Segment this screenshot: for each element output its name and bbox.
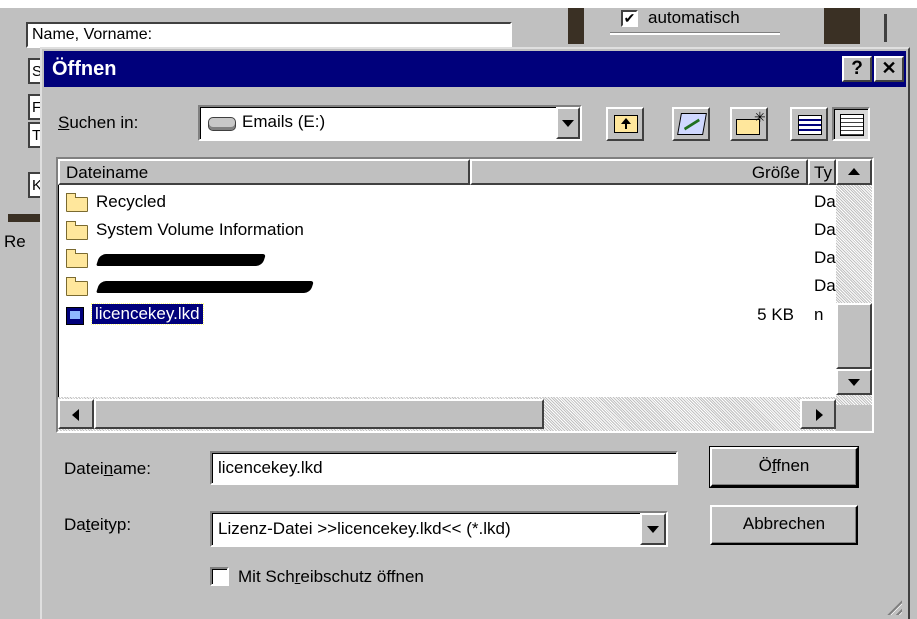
filetype-dropdown-arrow[interactable] — [640, 513, 666, 545]
folder-icon — [66, 277, 88, 296]
selected-file-name: licencekey.lkd — [91, 303, 204, 325]
list-item[interactable]: Recycled Da — [58, 189, 836, 217]
background-divider — [610, 32, 780, 35]
scroll-right-button[interactable] — [800, 399, 836, 429]
resize-grip-icon[interactable] — [884, 597, 902, 615]
list-view-icon — [798, 115, 822, 135]
arrow-up-icon — [848, 168, 860, 175]
file-list[interactable]: Dateiname Größe Ty Recycled Da System Vo… — [56, 157, 874, 433]
vertical-scrollbar[interactable] — [836, 159, 872, 405]
desktop-icon — [677, 113, 707, 135]
readonly-checkbox[interactable] — [210, 567, 229, 586]
open-file-dialog: Öffnen ? ✕ Suchen in: Emails (E:) ✳ Date… — [40, 47, 910, 619]
dialog-title: Öffnen — [52, 58, 117, 80]
list-item[interactable]: Da — [58, 273, 836, 301]
list-view-button[interactable] — [790, 107, 828, 141]
filename-input[interactable]: licencekey.lkd — [210, 451, 678, 485]
scroll-corner — [836, 405, 872, 431]
close-button[interactable]: ✕ — [874, 56, 904, 82]
folder-icon — [66, 221, 88, 240]
close-icon: ✕ — [881, 58, 897, 78]
folder-icon — [66, 193, 88, 212]
scroll-down-button[interactable] — [836, 369, 872, 395]
horizontal-scrollbar[interactable] — [58, 397, 836, 431]
background-name-label: Name, Vorname: — [32, 26, 153, 43]
look-in-label: Suchen in: — [58, 113, 139, 132]
scroll-thumb[interactable] — [836, 303, 872, 369]
desktop-button[interactable] — [672, 107, 710, 141]
background-dark-bar-1 — [568, 8, 584, 44]
file-icon — [66, 307, 84, 325]
background-automatisch-label: automatisch — [648, 8, 740, 27]
redacted-name — [96, 254, 266, 266]
readonly-label[interactable]: Mit Schreibschutz öffnen — [238, 567, 424, 587]
cancel-button[interactable]: Abbrechen — [710, 505, 858, 545]
up-folder-icon — [614, 115, 638, 133]
column-header-type[interactable]: Ty — [808, 159, 836, 185]
filename-label: Dateiname: — [64, 459, 151, 478]
background-dark-line — [884, 14, 887, 42]
list-item[interactable]: Da — [58, 245, 836, 273]
help-button[interactable]: ? — [842, 56, 872, 82]
new-folder-button[interactable]: ✳ — [730, 107, 768, 141]
dialog-titlebar[interactable]: Öffnen ? ✕ — [44, 51, 906, 87]
scroll-up-button[interactable] — [836, 159, 872, 185]
details-view-icon — [840, 114, 864, 136]
look-in-dropdown-arrow[interactable] — [556, 107, 580, 139]
column-header-size[interactable]: Größe — [470, 159, 808, 185]
folder-icon — [66, 249, 88, 268]
arrow-right-icon — [816, 409, 823, 421]
filetype-dropdown[interactable]: Lizenz-Datei >>licencekey.lkd<< (*.lkd) — [210, 511, 668, 547]
background-dark-bar-3 — [8, 214, 40, 222]
scroll-left-button[interactable] — [58, 399, 94, 429]
open-button[interactable]: Öffnen — [710, 447, 858, 487]
list-item[interactable]: System Volume Information Da — [58, 217, 836, 245]
background-name-field: Name, Vorname: — [26, 22, 512, 48]
background-dark-bar-2 — [824, 8, 860, 44]
arrow-down-icon — [848, 379, 860, 386]
look-in-dropdown[interactable]: Emails (E:) — [198, 105, 582, 141]
details-view-button[interactable] — [832, 107, 870, 141]
horizontal-scroll-thumb[interactable] — [94, 399, 544, 429]
look-in-value: Emails (E:) — [242, 112, 326, 131]
background-automatisch-checkbox: ✔ — [621, 10, 638, 27]
up-folder-button[interactable] — [606, 107, 644, 141]
list-item-selected[interactable]: licencekey.lkd 5 KB n — [58, 302, 836, 330]
drive-icon — [208, 117, 236, 131]
background-top-strip — [0, 0, 917, 8]
arrow-left-icon — [72, 409, 79, 421]
filetype-label: Dateityp: — [64, 515, 132, 534]
background-re-label: Re — [4, 232, 26, 251]
redacted-name — [96, 281, 314, 293]
chevron-down-icon — [647, 526, 659, 533]
column-header-name[interactable]: Dateiname — [58, 159, 470, 185]
chevron-down-icon — [562, 120, 574, 127]
